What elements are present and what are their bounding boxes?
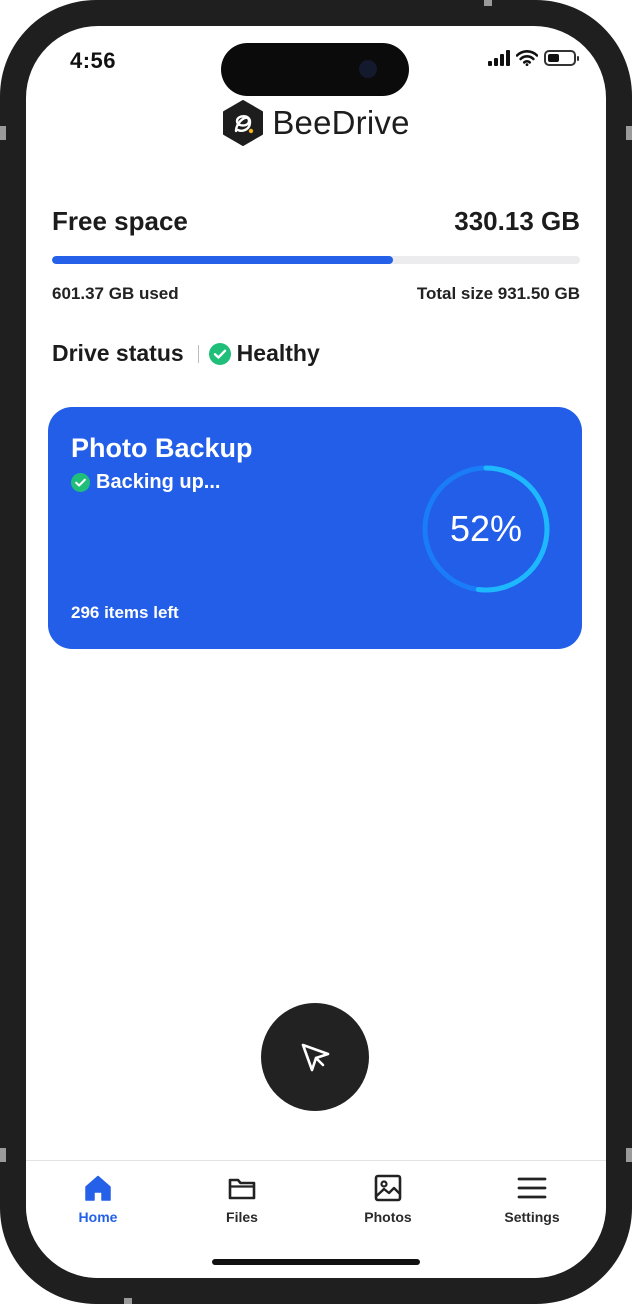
cellular-signal-icon xyxy=(488,50,510,66)
divider xyxy=(197,344,199,363)
wifi-icon xyxy=(516,50,538,66)
menu-icon xyxy=(517,1177,547,1199)
app-logo: BeeDrive xyxy=(26,100,606,146)
backup-progress-label: 52% xyxy=(449,508,523,549)
side-button-left-top xyxy=(0,126,6,140)
send-fab-button[interactable] xyxy=(261,1003,369,1111)
used-space-label: 601.37 GB used xyxy=(52,284,179,303)
side-button-right-bottom xyxy=(626,1148,632,1162)
device-frame: 4:56 BeeDrive Free space 330.13 GB 601.3… xyxy=(0,0,632,1304)
tab-settings-label: Settings xyxy=(504,1209,560,1225)
photo-backup-card[interactable]: Photo Backup Backing up... 296 items lef… xyxy=(48,407,582,649)
backup-card-title: Photo Backup xyxy=(71,433,253,463)
backup-status: Backing up... xyxy=(71,471,220,494)
side-button-left-bottom xyxy=(0,1148,6,1162)
drive-status-label: Drive status xyxy=(52,340,184,366)
top-button xyxy=(484,0,492,6)
home-icon xyxy=(85,1175,111,1201)
drive-status-value: Healthy xyxy=(236,340,320,366)
free-space-row: Free space 330.13 GB xyxy=(52,206,580,237)
total-size-label: Total size 931.50 GB xyxy=(416,284,580,303)
image-icon xyxy=(374,1174,402,1202)
status-icons xyxy=(488,50,579,66)
status-time: 4:56 xyxy=(70,48,117,73)
tab-photos[interactable]: Photos xyxy=(328,1173,448,1225)
home-indicator[interactable] xyxy=(212,1259,420,1265)
backup-status-text: Backing up... xyxy=(96,471,221,493)
beedrive-logo-icon xyxy=(223,100,264,146)
check-circle-icon xyxy=(208,342,231,365)
storage-progress xyxy=(52,256,580,264)
tab-home[interactable]: Home xyxy=(38,1173,158,1225)
folder-icon xyxy=(228,1178,256,1200)
side-button-right-top xyxy=(626,126,632,140)
camera-icon xyxy=(359,60,377,78)
free-space-label: Free space xyxy=(52,206,188,236)
tab-files[interactable]: Files xyxy=(182,1173,302,1225)
storage-progress-fill xyxy=(52,256,393,264)
battery-icon xyxy=(544,50,579,66)
free-space-value: 330.13 GB xyxy=(454,206,580,236)
dynamic-island xyxy=(221,43,409,96)
check-circle-icon xyxy=(71,473,90,492)
send-icon xyxy=(301,1043,330,1072)
tab-photos-label: Photos xyxy=(364,1209,412,1225)
bottom-button xyxy=(124,1298,132,1304)
tab-settings[interactable]: Settings xyxy=(472,1173,592,1225)
app-name: BeeDrive xyxy=(272,104,410,141)
drive-status: Drive status Healthy xyxy=(52,340,320,367)
tab-home-label: Home xyxy=(78,1209,118,1225)
tab-files-label: Files xyxy=(226,1209,258,1225)
screen: 4:56 BeeDrive Free space 330.13 GB 601.3… xyxy=(26,26,606,1278)
items-left: 296 items left xyxy=(71,603,179,622)
storage-usage-row: 601.37 GB used Total size 931.50 GB xyxy=(52,284,580,304)
